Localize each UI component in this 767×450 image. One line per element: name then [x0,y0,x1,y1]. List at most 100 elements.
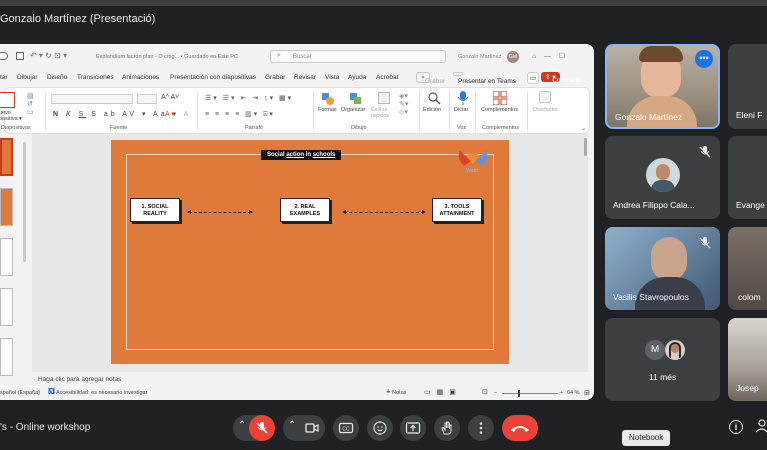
more-options-icon[interactable]: ••• [695,50,713,68]
meeting-info-icon[interactable]: i [729,420,743,434]
tab-vista[interactable]: Vista [325,74,339,81]
mic-toggle-button[interactable] [249,415,275,441]
user-avatar[interactable]: GM [507,51,519,63]
zoom-in[interactable]: + [560,390,563,396]
fill-outline-icons[interactable]: ◈▾ ✎▾ ◇▾ [399,92,408,116]
record-button[interactable]: ● Grabar [416,72,445,85]
camera-toggle-button[interactable] [299,415,325,441]
ribbon-collapse-icon[interactable]: ⌄ [581,124,587,132]
participant-tile-evange[interactable]: Evange [728,136,767,219]
clear-format-icon[interactable]: A ▾ [165,110,175,118]
present-in-teams-button[interactable]: Presentar en Teams [453,72,516,85]
accessibility-status[interactable]: Accesibilidad: es necesario investigar [56,390,147,396]
leave-call-button[interactable] [502,415,538,441]
status-bar: spañol (España) ♿ Accesibilidad: es nece… [0,386,594,400]
zoom-slider[interactable]: – [494,390,497,396]
zoom-thumb[interactable] [518,390,520,397]
voter-logo: Voter [454,148,492,176]
camera-icon [305,423,319,433]
voter-logo-text: Voter [466,168,479,174]
shapes-icon[interactable] [322,92,334,105]
autosave-toggle[interactable] [0,52,8,60]
thumbnail[interactable] [0,288,13,326]
new-slide-button[interactable] [0,92,15,108]
thumbnail[interactable] [0,138,13,176]
arrange-icon[interactable] [350,92,362,104]
shared-presentation[interactable]: ↶ ▾ ↻ ⊡ ▾ Explandíum lacron plan - O cmg… [0,44,594,400]
present-screen-button[interactable] [400,415,426,441]
mic-options-chevron-icon[interactable]: ⌃ [238,420,246,431]
search-icon: ⌕ [277,52,281,59]
step-box-real-examples[interactable]: 2. REAL EXAMPLES [280,198,330,222]
thumbnail-scrollbar[interactable] [23,142,26,262]
tab-ayuda[interactable]: Ayuda [348,74,366,81]
edit-label: Edición [423,107,442,113]
window-controls[interactable]: ⌂ — ☐ [532,52,565,60]
thumbnail[interactable] [0,188,13,226]
emoji-button[interactable] [367,415,393,441]
participant-tile-others[interactable]: M 11 més [605,318,720,401]
participant-name: Gonzalo Martínez [615,112,683,122]
zoom-track[interactable] [502,393,558,394]
comments-button[interactable]: ▭ [527,72,540,84]
step-box-social-reality[interactable]: 1. SOCIAL REALITY [130,198,180,222]
language-status[interactable]: spañol (España) [0,390,40,396]
participant-tile-andrea[interactable]: Andrea Filippo Cala... [605,136,720,219]
designer-icon[interactable] [539,91,551,103]
group-complementos: Complementos [482,125,519,131]
thumbnail[interactable] [0,238,13,276]
zoom-level[interactable]: 64 % [567,390,580,396]
font-family-select[interactable] [51,94,133,104]
meeting-name: 's - Online workshop [0,422,91,433]
step-box-tools-attainment[interactable]: 3. TOOLS ATTAINMENT [432,198,482,222]
font-size-select[interactable] [137,94,157,104]
current-slide[interactable]: Social action in schools Voter 1. SOCIAL… [111,140,509,364]
notes-pane[interactable]: Haga clic para agregar notas [32,372,588,386]
tab-transiciones[interactable]: Transiciones [77,74,114,81]
notes-toggle[interactable]: ≜ Notas [386,390,407,396]
participant-tile-josep[interactable]: Josep [728,318,767,401]
emoji-icon [373,421,387,435]
participant-tile-vasilis[interactable]: Vasilis Stavropoulos [605,227,720,310]
view-buttons[interactable]: ▭▦▣ [424,388,462,396]
mic-group: ⌃ [233,415,275,441]
presenter-view-icon[interactable]: ⊡ [482,388,488,396]
participant-name: Eleni F [736,110,763,120]
notebook-tooltip: Notebook [622,430,671,446]
align-buttons[interactable]: ≡ ≡ ≡ ≡ ▥▾ ⌸▾ [205,110,275,119]
top-strip [0,0,767,6]
people-icon[interactable] [755,418,767,434]
thumbnail[interactable] [0,338,13,376]
tab-acrobat[interactable]: Acrobat [376,74,398,81]
font-size-grow-icons[interactable]: A^ A˅ [161,94,179,101]
ppt-title-bar: ↶ ▾ ↻ ⊡ ▾ Explandíum lacron plan - O cmg… [0,44,594,69]
canvas-scrollbar[interactable] [584,138,587,156]
tab-presentacion[interactable]: Presentación con diapositivas [170,74,256,81]
captions-button[interactable]: CC [333,415,359,441]
arrow-connector [187,210,253,214]
paragraph-buttons[interactable]: ☰▾ ☰▾ ⇤ ⇥ ↕▾ ▦▾ [205,94,293,102]
file-title: Explandíum lacron plan - O cmg... • Guar… [96,54,238,60]
raise-hand-button[interactable] [434,415,460,441]
tab-diseno[interactable]: Diseño [47,74,67,81]
tab-dibujar[interactable]: Dibujar [17,74,38,81]
shapes-label: Formas [318,107,337,113]
hand-icon [441,421,452,435]
share-button[interactable]: ⇪ Compartir ▾ [541,72,581,84]
participant-tile-colom[interactable]: colom [728,227,767,310]
search-box[interactable]: ⌕ Buscar [270,50,446,63]
camera-options-chevron-icon[interactable]: ⌃ [288,420,296,431]
layout-icon[interactable]: ▤ ↺ ▭ [27,92,34,116]
participant-tile-gonzalo[interactable]: ••• Gonzalo Martínez [605,44,720,129]
more-options-button[interactable] [468,415,494,441]
tab-revisar[interactable]: Revisar [294,74,316,81]
participant-tile-eleni[interactable]: Eleni F [728,44,767,129]
quick-styles-icon[interactable] [378,92,390,104]
save-icon[interactable] [16,52,24,60]
tab-insertar[interactable]: tar [0,74,8,81]
tab-animaciones[interactable]: Animaciones [122,74,159,81]
undo-icon[interactable]: ↶ ▾ ↻ ⊡ ▾ [30,51,67,60]
fit-slide-icon[interactable]: ⊞ [584,389,590,397]
group-fuente: Fuente [110,125,128,131]
tab-grabar[interactable]: Grabar [265,74,285,81]
